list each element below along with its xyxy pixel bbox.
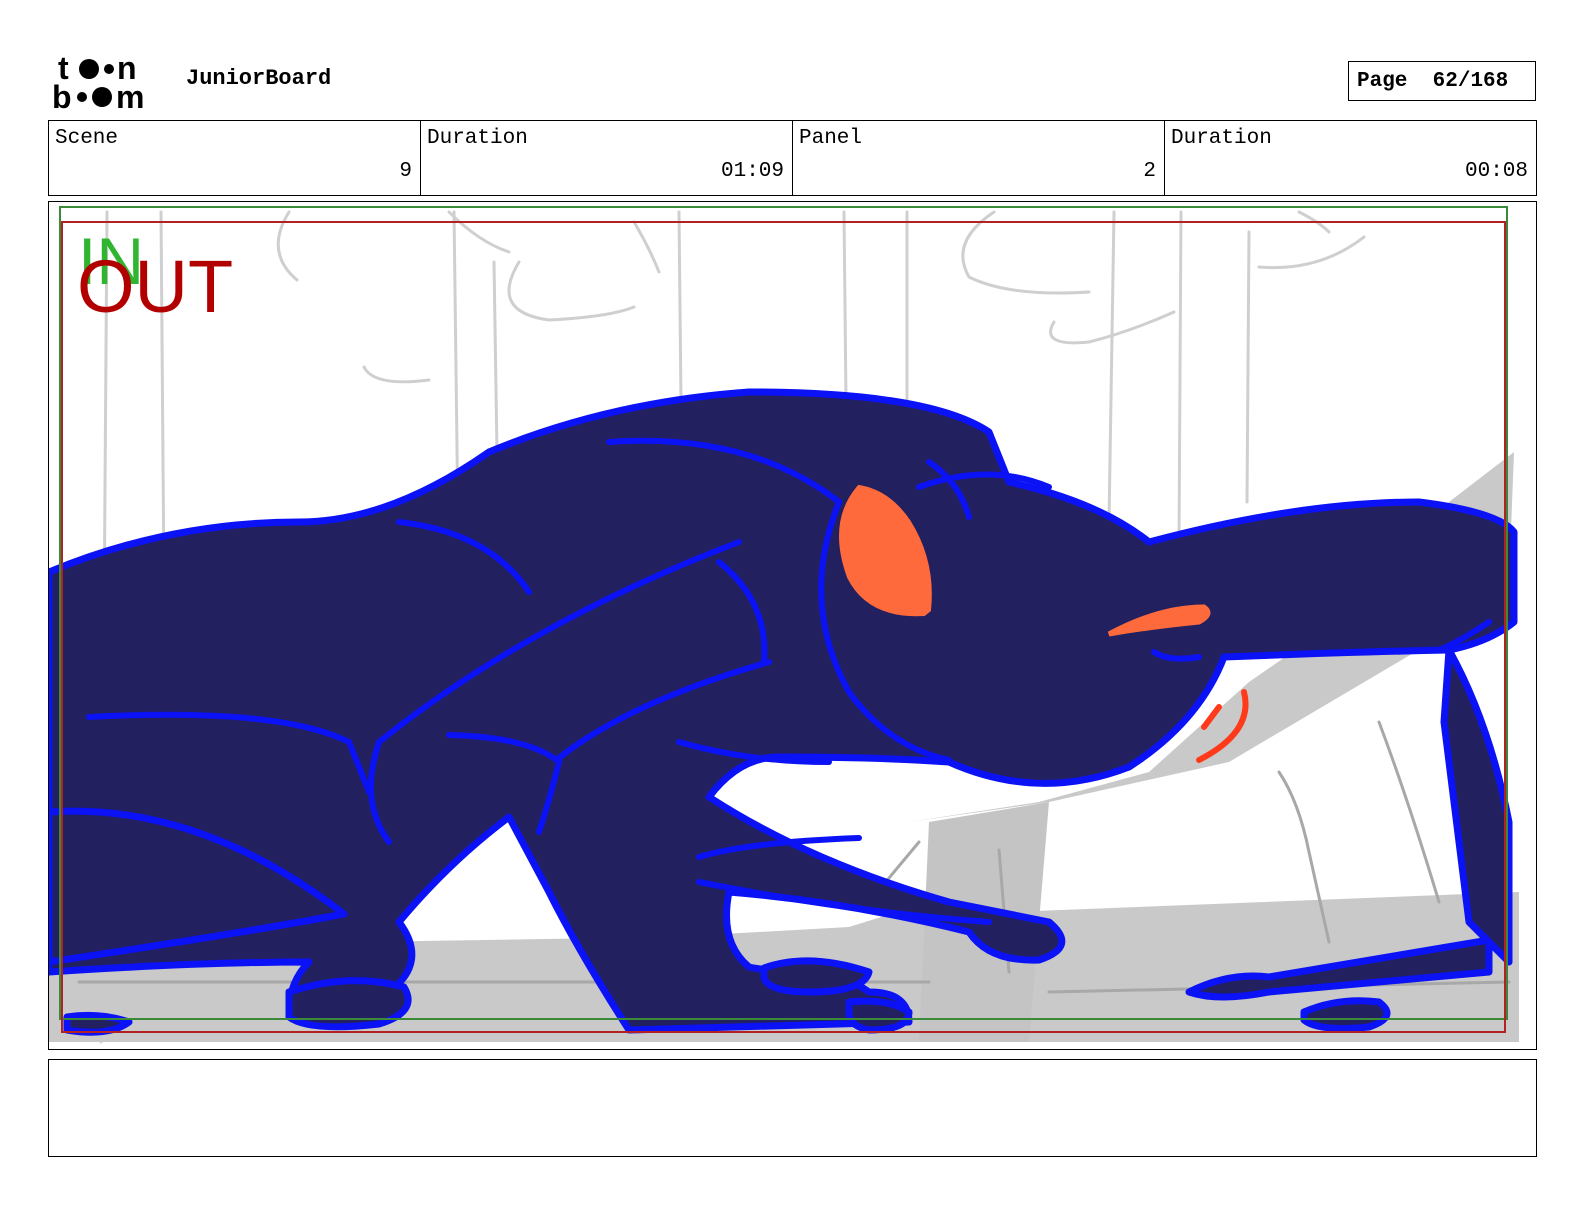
page-label: Page <box>1357 69 1408 93</box>
panel-notes-box[interactable] <box>48 1059 1537 1157</box>
panel-value: 2 <box>1143 160 1156 183</box>
scene-info-table: Scene 9 Duration 01:09 Panel 2 Duration … <box>48 120 1537 196</box>
scene-duration-cell: Duration 01:09 <box>421 121 793 195</box>
toon-boom-logo: t n b m <box>52 52 144 112</box>
storyboard-panel: IN OUT <box>48 201 1537 1050</box>
svg-text:b: b <box>52 79 72 112</box>
app-title: JuniorBoard <box>186 66 332 91</box>
scene-cell: Scene 9 <box>49 121 421 195</box>
page-number: 62/168 <box>1432 69 1509 93</box>
scene-label: Scene <box>55 127 119 150</box>
panel-drawing <box>49 206 1519 1044</box>
scene-duration-label: Duration <box>427 127 528 150</box>
panel-cell: Panel 2 <box>793 121 1165 195</box>
scene-duration-value: 01:09 <box>720 160 784 183</box>
out-marker: OUT <box>77 245 234 328</box>
scene-value: 9 <box>399 160 412 183</box>
page-indicator: Page 62/168 <box>1348 61 1536 101</box>
panel-duration-label: Duration <box>1171 127 1272 150</box>
panel-label: Panel <box>799 127 863 150</box>
panel-duration-cell: Duration 00:08 <box>1165 121 1536 195</box>
panel-duration-value: 00:08 <box>1464 160 1528 183</box>
svg-text:m: m <box>116 79 144 112</box>
